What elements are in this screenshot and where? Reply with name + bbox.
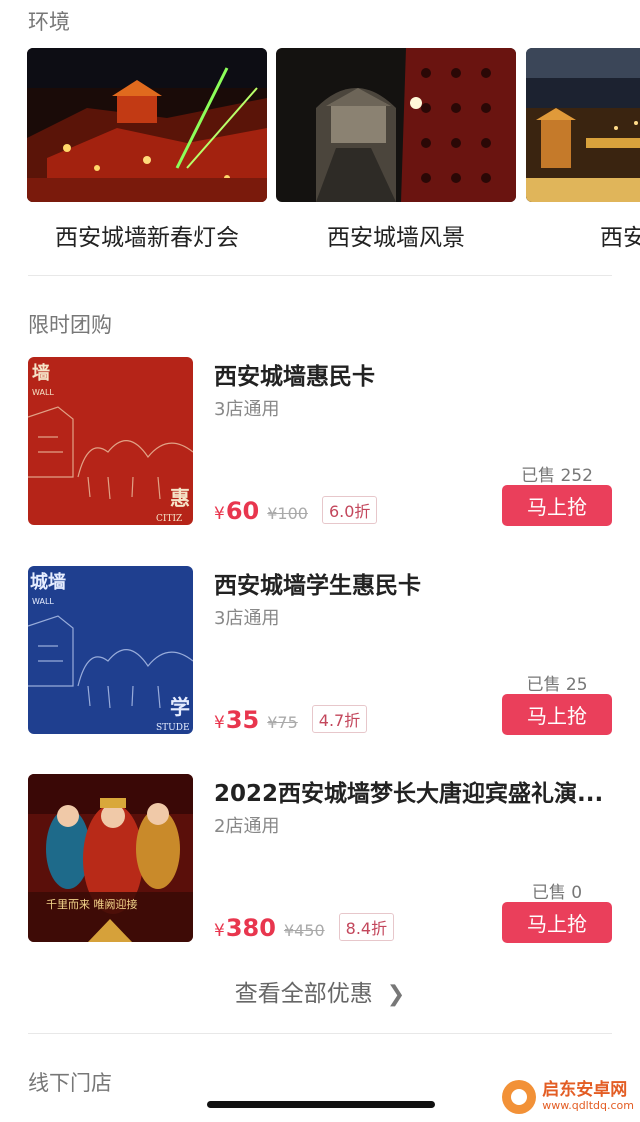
deal-price: ¥380	[214, 914, 276, 942]
deal-name[interactable]: 西安城墙惠民卡	[214, 357, 612, 391]
deal-name[interactable]: 2022西安城墙梦长大唐迎宾盛礼演...	[214, 774, 612, 808]
section-divider	[28, 275, 612, 276]
original-price: ¥450	[283, 921, 325, 940]
deal-item[interactable]: 城墙 WALL 学 STUDE 西安城墙学生惠民卡 3店通用 ¥35 ¥75 4…	[28, 566, 612, 735]
deals-section-title: 限时团购	[28, 313, 112, 337]
price-value: 35	[225, 706, 260, 734]
thumb-subtitle-text: WALL	[32, 388, 54, 397]
price-row: ¥35 ¥75 4.7折	[214, 705, 368, 735]
deal-price: ¥60	[214, 497, 259, 525]
watermark-url: www.qdltdq.com	[542, 1099, 634, 1113]
currency-symbol: ¥	[214, 713, 225, 733]
chevron-right-icon: ❯	[386, 982, 406, 1007]
buy-now-button[interactable]: 马上抢	[502, 485, 612, 526]
deal-store-count: 3店通用	[214, 608, 280, 629]
discount-badge: 8.4折	[338, 913, 395, 941]
environment-gallery[interactable]: 西安城墙新春灯会 西安城墙风景 西安	[0, 48, 640, 258]
watermark-text: 启东安卓网 www.qdltdq.com	[542, 1080, 634, 1113]
deal-thumbnail[interactable]: 墙 WALL 惠 CITIZ	[28, 357, 193, 525]
thumb-en-text: STUDE	[156, 723, 190, 733]
original-price: ¥75	[267, 713, 298, 732]
thumb-en-text: CITIZ	[156, 514, 182, 524]
sold-count: 已售 25	[526, 675, 588, 695]
price-row: ¥60 ¥100 6.0折	[214, 496, 378, 526]
sold-count: 已售 0	[531, 883, 583, 903]
environment-section-title: 环境	[28, 10, 70, 34]
city-wall-photo[interactable]	[526, 48, 640, 202]
thumb-calligraphy-text: 千里而来 唯阙迎接	[46, 898, 138, 911]
deal-name[interactable]: 西安城墙学生惠民卡	[214, 566, 612, 600]
currency-symbol: ¥	[214, 921, 225, 941]
deal-price: ¥35	[214, 706, 259, 734]
price-value: 60	[225, 497, 260, 525]
thumb-bottom-text: 学	[170, 695, 190, 719]
view-all-deals-link[interactable]: 查看全部优惠 ❯	[0, 974, 640, 1008]
scenery-photo[interactable]	[276, 48, 516, 202]
env-label-lantern-festival: 西安城墙新春灯会	[55, 225, 239, 251]
price-row: ¥380 ¥450 8.4折	[214, 913, 395, 943]
discount-badge: 4.7折	[311, 705, 368, 733]
stores-section-title: 线下门店	[28, 1071, 112, 1095]
deal-thumbnail[interactable]: 城墙 WALL 学 STUDE	[28, 566, 193, 734]
env-label-scenery: 西安城墙风景	[327, 225, 465, 251]
price-value: 380	[225, 914, 276, 942]
buy-now-button[interactable]: 马上抢	[502, 902, 612, 943]
thumb-bottom-text: 惠	[170, 486, 190, 510]
thumb-title-text: 城墙	[30, 571, 66, 593]
watermark-name: 启东安卓网	[542, 1080, 628, 1101]
section-divider	[28, 1033, 612, 1034]
currency-symbol: ¥	[214, 504, 225, 524]
deal-store-count: 2店通用	[214, 816, 280, 837]
home-indicator[interactable]	[207, 1101, 435, 1108]
watermark-logo-icon	[502, 1080, 537, 1114]
env-card-city-wall[interactable]: 西安城墙	[526, 48, 640, 252]
env-label-city-wall: 西安城墙	[600, 225, 640, 251]
deal-thumbnail[interactable]: 千里而来 唯阙迎接	[28, 774, 193, 942]
site-watermark: 启东安卓网 www.qdltdq.com	[502, 1080, 634, 1114]
env-card-scenery[interactable]: 西安城墙风景	[276, 48, 516, 252]
discount-badge: 6.0折	[321, 496, 378, 524]
env-card-lantern-festival[interactable]: 西安城墙新春灯会	[27, 48, 267, 252]
view-all-label: 查看全部优惠	[234, 981, 373, 1007]
deal-store-count: 3店通用	[214, 399, 280, 420]
thumb-title-text: 墙	[32, 362, 50, 384]
deal-item[interactable]: 千里而来 唯阙迎接 2022西安城墙梦长大唐迎宾盛礼演... 2店通用 ¥380…	[28, 774, 612, 943]
lantern-festival-photo[interactable]	[27, 48, 267, 202]
deal-item[interactable]: 墙 WALL 惠 CITIZ 西安城墙惠民卡 3店通用 ¥60 ¥100 6.0…	[28, 357, 612, 526]
sold-count: 已售 252	[521, 466, 593, 486]
buy-now-button[interactable]: 马上抢	[502, 694, 612, 735]
thumb-subtitle-text: WALL	[32, 597, 54, 606]
original-price: ¥100	[267, 504, 308, 523]
